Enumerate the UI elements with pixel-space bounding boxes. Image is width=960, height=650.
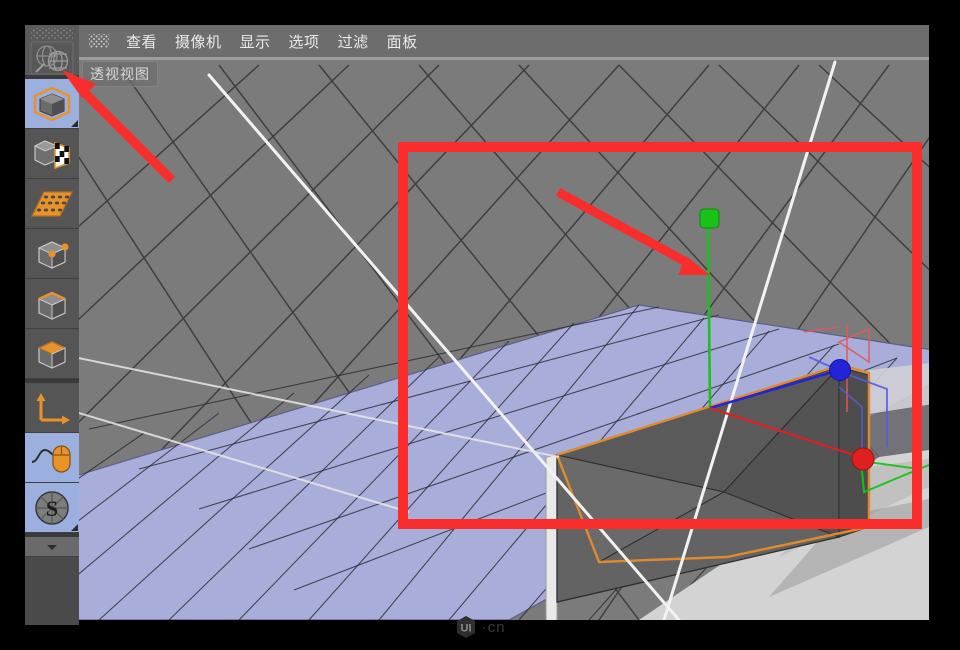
toolbar-snap-tool[interactable]: S [25,483,79,533]
toolbar-navigation-globe-tool[interactable] [25,25,79,75]
cube-edges-icon [31,285,73,323]
toolbar-edges-mode-tool[interactable] [25,279,79,329]
toolbar-viewport-select-tool[interactable] [25,433,79,483]
menu-display[interactable]: 显示 [231,28,280,55]
viewport-menubar: 查看 摄像机 显示 选项 过滤 面板 [79,25,929,57]
grid-plane-icon [30,189,74,219]
left-toolbar: S [25,25,79,625]
menu-panel[interactable]: 面板 [378,28,427,55]
toolbar-axis-mode-tool[interactable] [25,383,79,433]
menu-options[interactable]: 选项 [280,28,329,55]
perspective-viewport[interactable]: 透视视图 [79,57,929,620]
toolbar-model-mode-tool[interactable] [25,79,79,129]
gizmo-z-handle [830,360,851,381]
cube-polygons-icon [31,335,73,373]
toolbar-polygons-mode-tool[interactable] [25,329,79,379]
watermark-text: ·cn [482,619,506,636]
mouse-icon [30,440,74,476]
menu-filter[interactable]: 过滤 [329,28,378,55]
drag-grip-dots-icon[interactable] [89,34,109,48]
drag-grip-dots-icon[interactable] [31,28,73,39]
menu-view[interactable]: 查看 [117,28,166,55]
globe-icon [30,41,74,75]
ui-hexagon-logo-icon: UI [455,615,477,639]
viewport-label: 透视视图 [82,61,158,87]
cube-points-icon [31,235,73,273]
svg-text:UI: UI [460,623,471,635]
svg-text:S: S [46,496,58,521]
viewport-3d-scene [79,57,929,620]
menu-camera[interactable]: 摄像机 [166,28,231,55]
gizmo-y-handle [700,209,719,228]
gizmo-x-handle [852,448,874,470]
tool-corner-indicator [71,524,78,531]
toolbar-points-mode-tool[interactable] [25,229,79,279]
app-window: S 查看 摄像机 显示 选项 过滤 面板 [0,0,960,650]
snap-s-icon: S [32,488,72,528]
tool-corner-indicator [71,120,78,127]
axis-icon [32,390,72,426]
toolbar-more-tool[interactable] [25,537,79,557]
cube-model-icon [31,85,73,123]
toolbar-texture-mode-tool[interactable] [25,129,79,179]
chevron-down-icon [45,542,59,552]
cube-texture-icon [31,135,73,173]
toolbar-grid-plane-tool[interactable] [25,179,79,229]
watermark: UI ·cn [0,612,960,642]
